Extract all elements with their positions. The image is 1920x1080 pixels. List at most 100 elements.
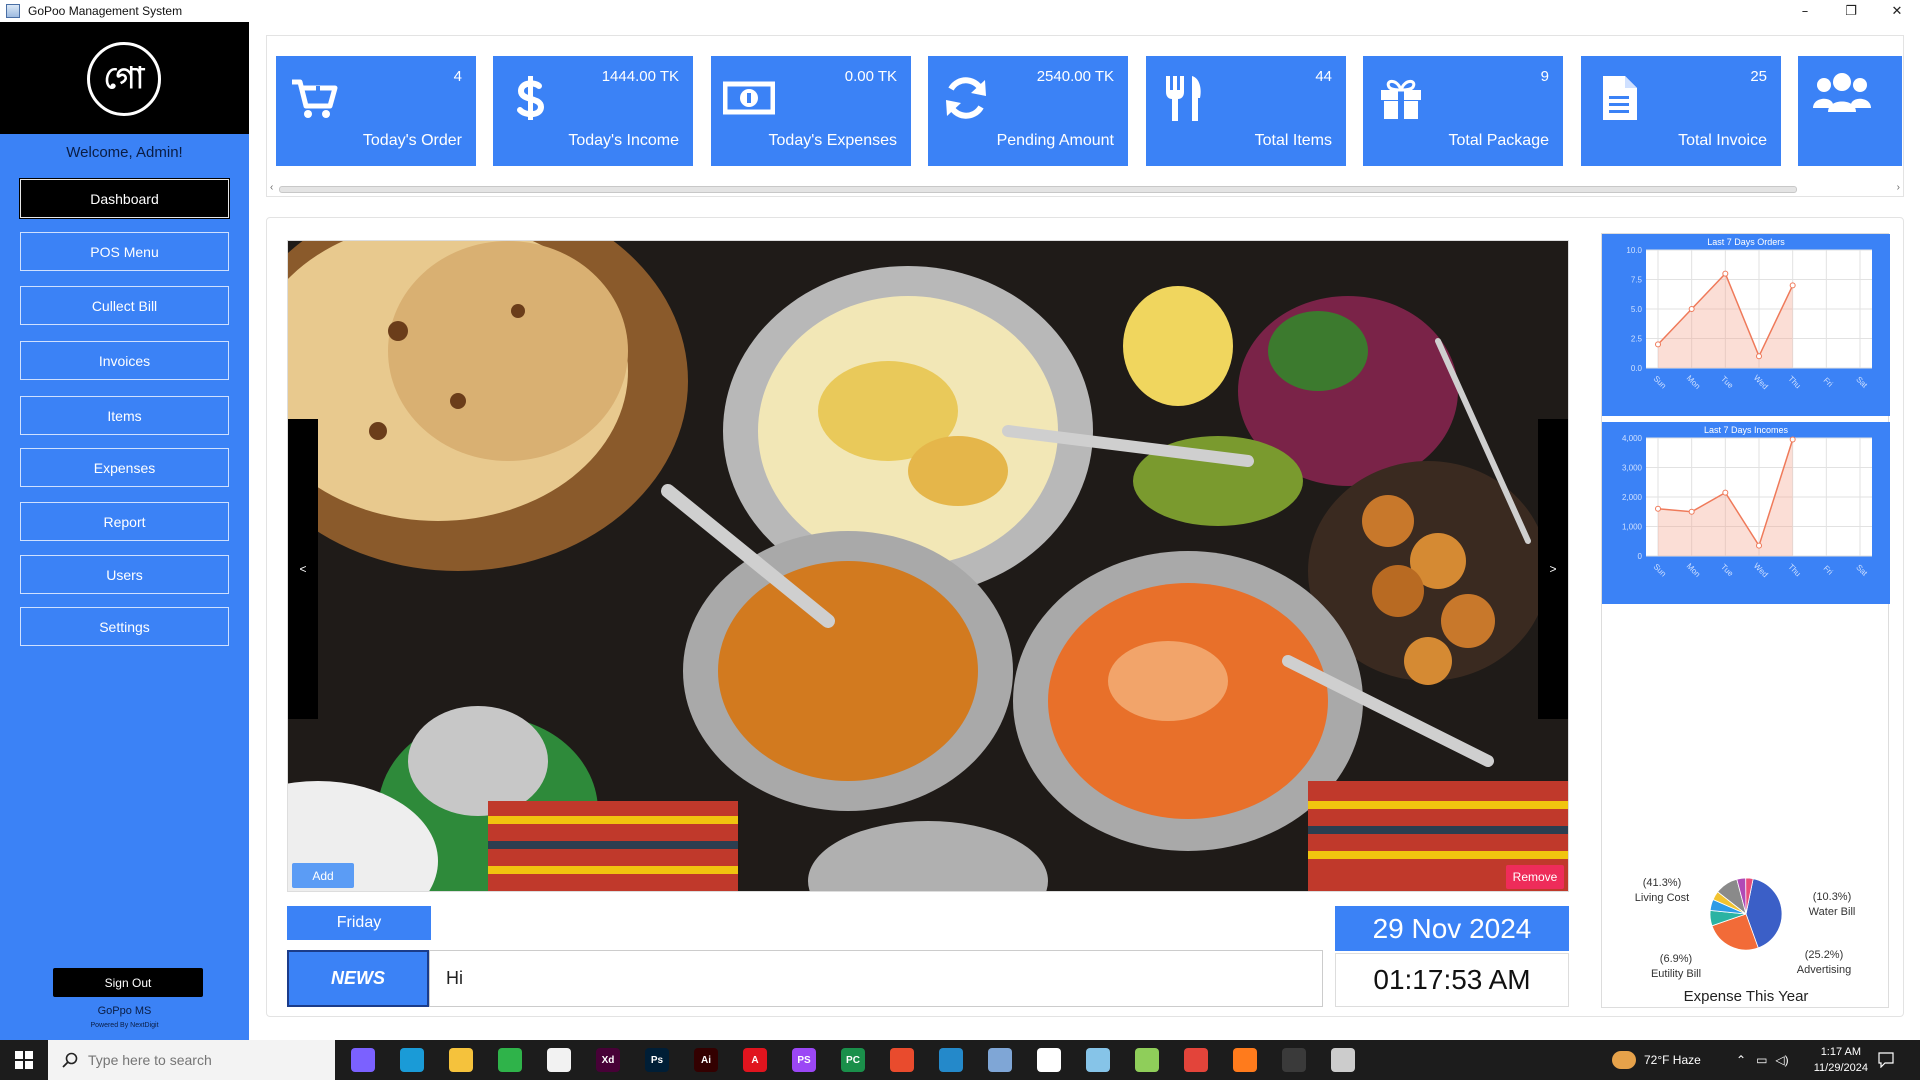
- stats-scrollbar[interactable]: ‹ ›: [267, 182, 1903, 196]
- taskbar-settings-app-icon[interactable]: [1037, 1048, 1061, 1072]
- taskbar-phpstorm-icon[interactable]: PS: [792, 1048, 816, 1072]
- incomes-chart-ytick: 0: [1638, 552, 1643, 561]
- stat-value: 25: [1750, 68, 1767, 85]
- sidebar-item-collect-bill[interactable]: Cullect Bill: [20, 286, 229, 325]
- taskbar-acrobat-icon[interactable]: A: [743, 1048, 767, 1072]
- clock-time: 1:17 AM: [1820, 1046, 1862, 1058]
- stat-card-pending-amount[interactable]: 2540.00 TK Pending Amount: [928, 56, 1128, 166]
- utensils-icon: [1166, 76, 1201, 121]
- incomes-chart-title: Last 7 Days Incomes: [1704, 425, 1789, 435]
- pie-name-label: Water Bill: [1809, 906, 1856, 918]
- stat-card-users[interactable]: [1798, 56, 1902, 166]
- search-input[interactable]: [88, 1052, 318, 1068]
- stat-card-todays-order[interactable]: 4 Today's Order: [276, 56, 476, 166]
- notification-icon[interactable]: [1878, 1040, 1894, 1080]
- chevron-up-icon[interactable]: ⌃: [1736, 1053, 1746, 1067]
- incomes-chart-point: [1722, 489, 1729, 496]
- taskbar-office-icon[interactable]: [890, 1048, 914, 1072]
- sidebar-item-settings[interactable]: Settings: [20, 607, 229, 646]
- stat-card-todays-income[interactable]: 1444.00 TK Today's Income: [493, 56, 693, 166]
- minimize-button[interactable]: –: [1782, 0, 1828, 22]
- stat-value: 2540.00 TK: [1036, 68, 1114, 85]
- stat-label: Today's Order: [362, 132, 462, 149]
- taskbar: Xd Ps Ai A PS PC 72°F Haze ⌃ ▭ ◁) 1:17 AM 11/…: [0, 1040, 1920, 1080]
- taskbar-copilot-icon[interactable]: [351, 1048, 375, 1072]
- sidebar-item-items[interactable]: Items: [20, 396, 229, 435]
- pie-pct-label: (41.3%): [1643, 877, 1682, 889]
- orders-chart-point: [1722, 270, 1729, 277]
- orders-chart-ytick: 7.5: [1631, 276, 1643, 285]
- orders-chart-ytick: 0.0: [1631, 364, 1643, 373]
- scroll-left-icon[interactable]: ‹: [270, 182, 273, 193]
- taskbar-store-icon[interactable]: [547, 1048, 571, 1072]
- remove-slide-button[interactable]: Remove: [1506, 865, 1564, 889]
- taskbar-edge-icon[interactable]: [400, 1048, 424, 1072]
- scrollbar-thumb[interactable]: [279, 186, 1797, 193]
- taskbar-pycharm-icon[interactable]: PC: [841, 1048, 865, 1072]
- news-label: NEWS: [287, 950, 429, 1007]
- clock-date: 11/29/2024: [1813, 1062, 1868, 1074]
- weather-icon: [1612, 1051, 1636, 1069]
- orders-chart-ytick: 10.0: [1626, 246, 1642, 255]
- sidebar-item-report[interactable]: Report: [20, 502, 229, 541]
- orders-chart-ytick: 2.5: [1631, 335, 1643, 344]
- taskbar-edge-dev-icon[interactable]: [498, 1048, 522, 1072]
- file-icon: [1603, 76, 1637, 120]
- weather-widget[interactable]: 72°F Haze: [1612, 1040, 1701, 1080]
- scroll-right-icon[interactable]: ›: [1897, 182, 1900, 193]
- network-icon[interactable]: ▭: [1756, 1053, 1767, 1067]
- refresh-icon: [946, 77, 986, 119]
- stat-value: 1444.00 TK: [601, 68, 679, 85]
- expense-pie-chart: (41.3%) Living Cost (10.3%) Water Bill (6.9%…: [1635, 877, 1856, 1005]
- incomes-chart-ytick: 2,000: [1622, 493, 1643, 502]
- volume-icon[interactable]: ◁): [1775, 1053, 1788, 1067]
- close-button[interactable]: ✕: [1874, 0, 1920, 22]
- stat-card-total-items[interactable]: 44 Total Items: [1146, 56, 1346, 166]
- taskbar-adobe-xd-icon[interactable]: Xd: [596, 1048, 620, 1072]
- users-icon: [1813, 73, 1871, 112]
- sidebar-item-pos-menu[interactable]: POS Menu: [20, 232, 229, 271]
- start-button[interactable]: [0, 1040, 48, 1080]
- taskbar-notepadpp-icon[interactable]: [1135, 1048, 1159, 1072]
- stat-card-total-invoice[interactable]: 25 Total Invoice: [1581, 56, 1781, 166]
- slider-next-button[interactable]: >: [1538, 419, 1568, 719]
- taskbar-chrome-icon[interactable]: [1184, 1048, 1208, 1072]
- taskbar-file-explorer-icon[interactable]: [449, 1048, 473, 1072]
- orders-chart-point: [1655, 341, 1661, 348]
- pie-name-label: Eutility Bill: [1651, 968, 1701, 980]
- stat-value: 44: [1315, 68, 1332, 85]
- sidebar-item-dashboard[interactable]: Dashboard: [19, 178, 230, 219]
- taskbar-virtualbox-icon[interactable]: [988, 1048, 1012, 1072]
- incomes-chart: Last 7 Days Incomes 0 1,000 2,000 3,000 4,000…: [1602, 422, 1890, 604]
- incomes-chart-point: [1756, 542, 1762, 549]
- taskbar-clock[interactable]: 1:17 AM 11/29/2024: [1814, 1044, 1868, 1076]
- incomes-chart-point: [1655, 505, 1661, 512]
- taskbar-vscode-icon[interactable]: [939, 1048, 963, 1072]
- sidebar-item-invoices[interactable]: Invoices: [20, 341, 229, 380]
- notification-bubble-icon: [1878, 1052, 1894, 1068]
- slider-prev-button[interactable]: <: [288, 419, 318, 719]
- title-bar: GoPoo Management System – ❐ ✕: [0, 0, 1920, 22]
- sidebar-item-expenses[interactable]: Expenses: [20, 448, 229, 487]
- stat-card-total-package[interactable]: 9 Total Package: [1363, 56, 1563, 166]
- taskbar-notepad-icon[interactable]: [1086, 1048, 1110, 1072]
- pie-name-label: Advertising: [1797, 964, 1851, 976]
- restore-button[interactable]: ❐: [1828, 0, 1874, 22]
- taskbar-search[interactable]: [48, 1040, 335, 1080]
- taskbar-illustrator-icon[interactable]: Ai: [694, 1048, 718, 1072]
- taskbar-firefox-icon[interactable]: [1233, 1048, 1257, 1072]
- stat-card-todays-expenses[interactable]: 0.00 TK Today's Expenses: [711, 56, 911, 166]
- stat-label: Today's Expenses: [768, 132, 897, 149]
- taskbar-obs-icon[interactable]: [1282, 1048, 1306, 1072]
- add-slide-button[interactable]: Add: [292, 863, 354, 888]
- sign-out-button[interactable]: Sign Out: [53, 968, 203, 997]
- main-panel: < > Add Remove Friday NEWS Hi 29 Nov 202…: [266, 217, 1904, 1017]
- cart-plus-icon: [292, 79, 338, 118]
- sidebar-item-users[interactable]: Users: [20, 555, 229, 594]
- taskbar-photoshop-icon[interactable]: Ps: [645, 1048, 669, 1072]
- stat-value: 4: [453, 68, 462, 85]
- taskbar-java-app-icon[interactable]: [1331, 1048, 1355, 1072]
- money-bill-icon: [723, 81, 775, 115]
- incomes-chart-point: [1789, 436, 1796, 443]
- welcome-text: Welcome, Admin!: [66, 144, 183, 161]
